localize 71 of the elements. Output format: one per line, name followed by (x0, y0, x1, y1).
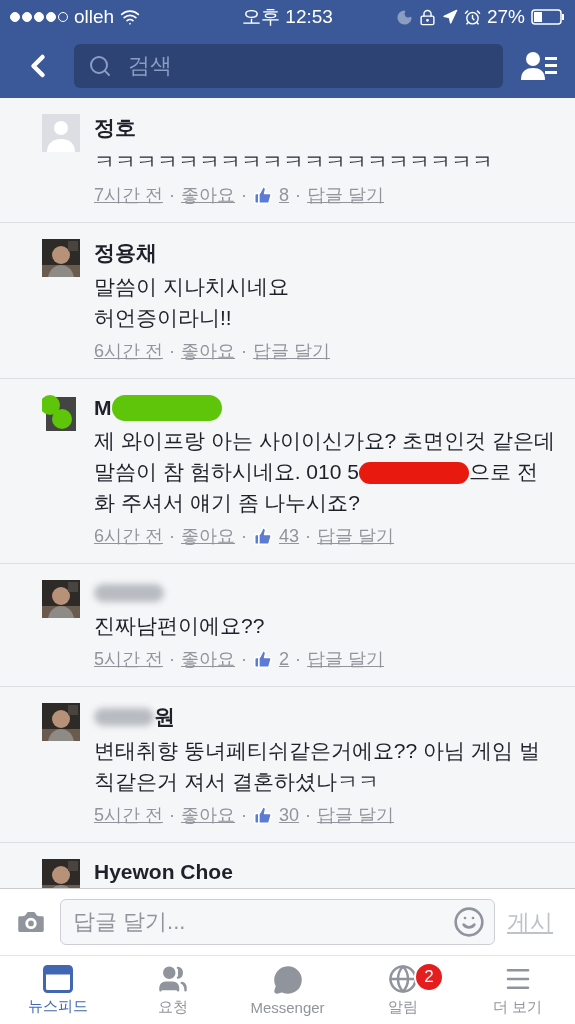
commenter-name[interactable]: M (94, 396, 112, 420)
like-link[interactable]: 좋아요 (181, 183, 235, 207)
alarm-icon (463, 8, 481, 26)
separator-dot: · (241, 525, 247, 547)
timestamp-link[interactable]: 6시간 전 (94, 339, 163, 363)
like-link[interactable]: 좋아요 (181, 524, 235, 548)
tab-bar-item[interactable]: 더 보기 (460, 956, 575, 1024)
battery-percent: 27% (486, 6, 525, 28)
tab-bar-item[interactable]: Messenger (230, 956, 345, 1024)
separator-dot: · (169, 340, 175, 362)
like-link[interactable]: 좋아요 (181, 647, 235, 671)
comment-text: 진짜남편이에요?? (94, 613, 266, 639)
commenter-name[interactable]: 정호 (94, 114, 136, 142)
avatar-placeholder (42, 114, 80, 152)
timestamp-link[interactable]: 5시간 전 (94, 803, 163, 827)
separator-dot: · (169, 804, 175, 826)
thumbs-up-icon (253, 185, 273, 205)
battery-icon (531, 9, 565, 25)
separator-dot: · (169, 525, 175, 547)
separator-dot: · (241, 804, 247, 826)
separator-dot: · (295, 648, 302, 670)
like-count-link[interactable]: 30 (279, 804, 300, 826)
reply-field[interactable]: 답글 달기... (60, 899, 495, 945)
chat-bubble-icon (272, 964, 303, 995)
like-link[interactable]: 좋아요 (181, 803, 235, 827)
commenter-name[interactable]: 정용채 (94, 239, 157, 267)
timestamp-link[interactable]: 6시간 전 (94, 524, 163, 548)
thumbs-up-icon (253, 649, 273, 669)
separator-dot: · (241, 648, 247, 670)
clock: 오후 12:53 (242, 5, 333, 29)
location-arrow-icon (441, 9, 458, 25)
comment-text: 말씀이 지나치시네요 허언증이라니!! (94, 274, 290, 331)
wifi-icon (120, 7, 141, 27)
separator-dot: · (305, 804, 312, 826)
friend-list-icon[interactable] (521, 50, 557, 82)
comment-text: ㅋㅋㅋㅋㅋㅋㅋㅋㅋㅋㅋㅋㅋㅋㅋㅋㅋㅋㅋ (94, 149, 494, 175)
like-count-link[interactable]: 8 (279, 184, 290, 206)
commenter-name[interactable]: 원 (154, 703, 175, 731)
thumbs-up-icon (253, 805, 273, 825)
newsfeed-icon (42, 964, 73, 993)
search-field[interactable]: 검색 (74, 44, 503, 88)
like-count-link[interactable]: 43 (279, 525, 300, 547)
timestamp-link[interactable]: 7시간 전 (94, 183, 163, 207)
separator-dot: · (241, 184, 247, 206)
reply-link[interactable]: 답글 달기 (317, 524, 395, 548)
emoji-icon[interactable] (453, 906, 485, 938)
like-link[interactable]: 좋아요 (181, 339, 235, 363)
comment-text: 제 와이프랑 아는 사이이신가요? 초면인것 같은데 말씀이 참 험하시네요. 010 5 으로 전화 주셔서 얘기 좀 나누시죠? (94, 428, 555, 516)
search-icon (88, 54, 112, 78)
reply-link[interactable]: 답글 달기 (253, 339, 331, 363)
separator-dot: · (169, 648, 175, 670)
carrier-name: olleh (74, 6, 115, 28)
tab-bar-item[interactable]: 뉴스피드 (0, 956, 115, 1024)
globe-icon (387, 963, 418, 994)
commenter-name[interactable]: Hyewon Choe (94, 860, 233, 884)
separator-dot: · (241, 340, 247, 362)
like-count-link[interactable]: 2 (279, 648, 290, 670)
separator-dot: · (305, 525, 312, 547)
reply-link[interactable]: 답글 달기 (307, 647, 385, 671)
lock-icon (418, 8, 436, 26)
separator-dot: · (295, 184, 302, 206)
comment-text: 변태취향 뚱녀페티쉬같은거에요?? 아님 게임 벌칙같은거 져서 결혼하셨나ㅋㅋ (94, 738, 541, 795)
separator-dot: · (169, 184, 175, 206)
tab-bar-item[interactable]: 요청 (115, 956, 230, 1024)
reply-link[interactable]: 답글 달기 (317, 803, 395, 827)
reply-link[interactable]: 답글 달기 (307, 183, 385, 207)
tab-bar-item[interactable]: 알림 2 (345, 956, 460, 1024)
thumbs-up-icon (253, 526, 273, 546)
timestamp-link[interactable]: 5시간 전 (94, 647, 163, 671)
moon-icon (395, 8, 413, 26)
notification-badge: 2 (414, 962, 444, 992)
